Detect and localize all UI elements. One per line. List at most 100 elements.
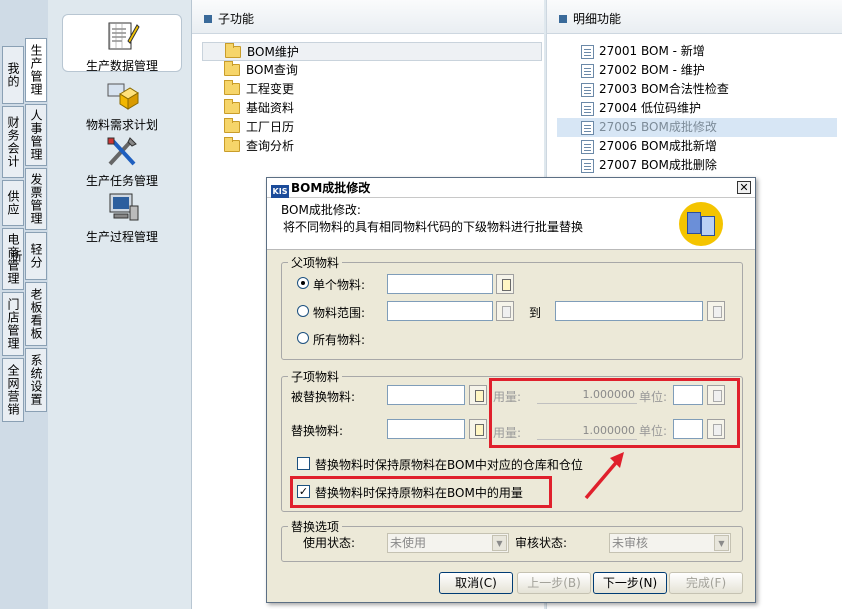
tab-invoice[interactable]: 发票管理	[25, 168, 47, 230]
tree-item-engineering-change[interactable]: 工程变更	[202, 80, 542, 99]
detail-item-code: 27007	[599, 158, 638, 172]
previous-button[interactable]: 上一步(B)	[517, 572, 591, 594]
detail-item-27006[interactable]: 27006 BOM成批新增	[557, 137, 837, 156]
detail-item-27002[interactable]: 27002 BOM - 维护	[557, 61, 837, 80]
replaced-material-label: 被替换物料:	[291, 390, 356, 404]
tab-supply-chain[interactable]: 供应链	[2, 180, 24, 226]
tree-item-label: BOM维护	[247, 45, 299, 59]
tree-item-bom-query[interactable]: BOM查询	[202, 61, 542, 80]
audit-status-label: 审核状态:	[515, 536, 568, 550]
func-production-data[interactable]: 生产数据管理	[62, 14, 182, 73]
tab-marketing[interactable]: 全网营销	[2, 358, 24, 422]
chevron-down-icon: ▼	[714, 535, 729, 551]
folder-icon	[224, 61, 240, 76]
use-status-value: 未使用	[390, 536, 427, 550]
tab-analysis[interactable]: 轻分析	[9, 232, 47, 280]
radio-material-range[interactable]	[297, 305, 309, 317]
annotation-arrow-icon	[584, 452, 624, 500]
production-data-icon	[104, 19, 140, 53]
detail-item-code: 27005	[599, 120, 638, 134]
func-label: 生产任务管理	[85, 174, 158, 188]
detail-item-label: BOM - 新增	[641, 44, 705, 58]
dialog-titlebar[interactable]: KIS BOM成批修改 ✕	[267, 178, 755, 199]
tab-my-kis[interactable]: 我的KIS	[2, 46, 24, 104]
tree-item-label: BOM查询	[246, 63, 298, 77]
func-label: 生产数据管理	[85, 59, 158, 73]
folder-icon	[224, 118, 240, 133]
detail-item-code: 27006	[599, 139, 638, 153]
audit-status-value: 未审核	[612, 536, 649, 550]
tree-item-label: 工厂日历	[246, 120, 295, 134]
material-requirement-icon	[104, 78, 140, 112]
single-material-browse-button[interactable]	[496, 274, 514, 294]
detail-item-27005[interactable]: 27005 BOM成批修改	[557, 118, 837, 137]
next-button[interactable]: 下一步(N)	[593, 572, 667, 594]
tab-boss-board[interactable]: 老板看板	[25, 282, 47, 346]
dialog-title: BOM成批修改	[291, 181, 371, 195]
detail-item-27007[interactable]: 27007 BOM成批删除	[557, 156, 837, 175]
replacement-material-browse-button[interactable]	[469, 419, 487, 439]
document-icon	[581, 159, 594, 173]
detail-item-code: 27003	[599, 82, 638, 96]
func-material-requirement[interactable]: 物料需求计划	[62, 78, 182, 133]
detail-item-27004[interactable]: 27004 低位码维护	[557, 99, 837, 118]
kis-logo-icon: KIS	[271, 185, 289, 199]
production-task-icon	[104, 134, 140, 168]
detail-item-27001[interactable]: 27001 BOM - 新增	[557, 42, 837, 61]
func-production-process[interactable]: 生产过程管理	[62, 190, 182, 245]
replacement-material-label: 替换物料:	[291, 424, 344, 438]
database-transfer-icon	[679, 202, 723, 246]
tab-finance[interactable]: 财务会计	[2, 106, 24, 178]
folder-icon	[224, 80, 240, 95]
tree-item-basic-data[interactable]: 基础资料	[202, 99, 542, 118]
range-from-input[interactable]	[387, 301, 493, 321]
all-materials-label: 所有物料:	[313, 333, 366, 347]
radio-single-material[interactable]	[297, 277, 309, 289]
detail-function-title: 明细功能	[573, 12, 622, 26]
radio-all-materials[interactable]	[297, 332, 309, 344]
header-square-icon	[204, 15, 212, 23]
replaced-material-browse-button[interactable]	[469, 385, 487, 405]
sub-function-title: 子功能	[218, 12, 255, 26]
finish-button[interactable]: 完成(F)	[669, 572, 743, 594]
detail-item-label: BOM合法性检查	[641, 82, 729, 96]
tree-item-bom-maintenance[interactable]: BOM维护	[202, 42, 542, 61]
tab-hr[interactable]: 人事管理	[25, 104, 47, 166]
detail-item-code: 27002	[599, 63, 638, 77]
production-process-icon	[104, 190, 140, 224]
replacement-material-input[interactable]	[387, 419, 465, 439]
use-status-label: 使用状态:	[303, 536, 356, 550]
annotation-qty-unit-box	[489, 378, 740, 448]
tab-system[interactable]: 系统设置	[25, 348, 47, 412]
detail-item-label: BOM - 维护	[641, 63, 705, 77]
close-icon[interactable]: ✕	[737, 181, 751, 194]
function-panel: 生产数据管理 物料需求计划 生产任务管理 生产过程管理	[48, 0, 192, 609]
tree-item-factory-calendar[interactable]: 工厂日历	[202, 118, 542, 137]
child-material-legend: 子项物料	[291, 370, 340, 384]
detail-item-label: BOM成批修改	[641, 120, 717, 134]
detail-item-label: BOM成批删除	[641, 158, 717, 172]
detail-item-label: BOM成批新增	[641, 139, 717, 153]
document-icon	[581, 45, 594, 59]
keep-location-checkbox[interactable]	[297, 457, 310, 470]
tree-item-label: 基础资料	[246, 101, 295, 115]
tab-production[interactable]: 生产管理	[25, 38, 47, 102]
func-production-task[interactable]: 生产任务管理	[62, 134, 182, 189]
document-icon	[581, 102, 594, 116]
audit-status-select[interactable]: 未审核 ▼	[609, 533, 731, 553]
range-from-browse-button[interactable]	[496, 301, 514, 321]
dialog-description: BOM成批修改: 将不同物料的具有相同物料代码的下级物料进行批量替换	[267, 198, 755, 250]
replaced-material-input[interactable]	[387, 385, 465, 405]
use-status-select[interactable]: 未使用 ▼	[387, 533, 509, 553]
tab-store[interactable]: 门店管理	[2, 292, 24, 356]
range-to-browse-button[interactable]	[707, 301, 725, 321]
tree-item-query-analysis[interactable]: 查询分析	[202, 137, 542, 156]
cancel-button[interactable]: 取消(C)	[439, 572, 513, 594]
chevron-down-icon: ▼	[492, 535, 507, 551]
annotation-keep-qty-box	[290, 476, 552, 508]
single-material-input[interactable]	[387, 274, 493, 294]
document-icon	[581, 140, 594, 154]
detail-item-code: 27004	[599, 101, 638, 115]
detail-item-27003[interactable]: 27003 BOM合法性检查	[557, 80, 837, 99]
range-to-input[interactable]	[555, 301, 703, 321]
